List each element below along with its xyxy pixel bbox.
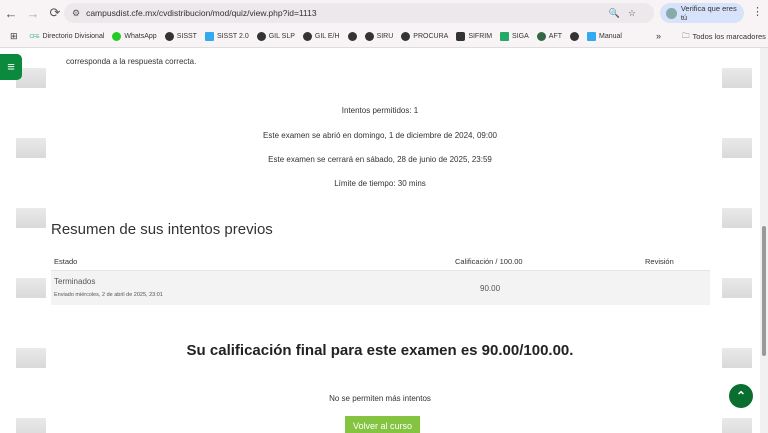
final-grade: Su calificación final para este examen e… [186, 342, 574, 359]
bookmark[interactable]: CFE Directorio Divisional [30, 33, 105, 40]
bookmark[interactable]: SISST [164, 32, 197, 41]
star-icon[interactable]: ☆ [628, 8, 644, 18]
intro-text: corresponda a la respuesta correcta. [66, 57, 197, 66]
scroll-to-top-button[interactable]: ⌃ [729, 384, 753, 408]
forward-icon[interactable]: → [22, 6, 44, 21]
attempts-table: Estado Calificación / 100.00 Revisión Te… [51, 251, 710, 305]
page-content: ≡ corresponda a la respuesta correcta. I… [0, 48, 760, 433]
bookmark[interactable]: SIGA [500, 32, 529, 41]
verify-button[interactable]: Verifica que eres tú [660, 3, 744, 23]
bookmark[interactable]: GIL E/H [302, 32, 340, 41]
browser-toolbar: ← → ⟳ ⚙ campusdist.cfe.mx/cvdistribucion… [0, 0, 768, 26]
bookmark[interactable]: AFT [536, 32, 562, 41]
back-to-course-button[interactable]: Volver al curso [345, 416, 420, 433]
bookmark[interactable]: PROCURA [401, 32, 448, 41]
more-bookmarks-icon[interactable]: » [656, 31, 661, 41]
table-header: Estado Calificación / 100.00 Revisión [51, 251, 710, 271]
apps-icon[interactable]: ⊞ [10, 31, 18, 42]
close-date: Este examen se cerrará en sábado, 28 de … [268, 155, 492, 164]
time-limit: Límite de tiempo: 30 mins [334, 179, 426, 188]
site-settings-icon[interactable]: ⚙ [72, 8, 80, 19]
bookmarks-bar: ⊞ CFE Directorio Divisional WhatsApp SISS… [0, 26, 768, 48]
no-more-attempts: No se permiten más intentos [329, 394, 431, 403]
all-bookmarks-label: Todos los marcadores [692, 32, 766, 41]
attempt-submitted: Enviado miércoles, 2 de abril de 2025, 2… [54, 292, 163, 298]
bookmark[interactable]: SIRU [364, 32, 393, 41]
open-date: Este examen se abrió en domingo, 1 de di… [263, 131, 497, 140]
bookmark[interactable]: SIFRIM [456, 32, 492, 41]
bookmark[interactable]: Manual [587, 32, 622, 41]
folder-icon: 🗀 [682, 31, 690, 40]
bookmark[interactable]: GIL SLP [256, 32, 295, 41]
address-bar[interactable]: ⚙ campusdist.cfe.mx/cvdistribucion/mod/q… [64, 3, 654, 23]
bookmark[interactable]: WhatsApp [112, 32, 157, 41]
attempts-allowed: Intentos permitidos: 1 [341, 106, 419, 115]
drawer-toggle-icon[interactable]: ≡ [0, 54, 22, 80]
bookmark[interactable] [347, 32, 357, 41]
scrollbar[interactable] [760, 48, 768, 433]
summary-title: Resumen de sus intentos previos [51, 221, 273, 238]
col-review: Revisión [645, 257, 674, 266]
zoom-icon[interactable]: 🔍 [609, 8, 628, 18]
reload-icon[interactable]: ⟳ [44, 5, 66, 21]
attempt-state: Terminados [54, 277, 96, 286]
table-row: Terminados Enviado miércoles, 2 de abril… [51, 271, 710, 305]
all-bookmarks[interactable]: 🗀 Todos los marcadores [682, 26, 766, 47]
profile-icon [666, 7, 677, 19]
menu-icon[interactable]: ⋮ [752, 5, 763, 18]
back-icon[interactable]: ← [0, 6, 22, 21]
bookmark[interactable] [570, 32, 580, 41]
bookmark[interactable]: SISST 2.0 [204, 32, 249, 41]
col-grade: Calificación / 100.00 [455, 257, 523, 266]
url-text: campusdist.cfe.mx/cvdistribucion/mod/qui… [86, 8, 317, 18]
col-state: Estado [54, 257, 78, 266]
verify-label: Verifica que eres tú [680, 4, 737, 22]
attempt-grade: 90.00 [480, 284, 501, 293]
